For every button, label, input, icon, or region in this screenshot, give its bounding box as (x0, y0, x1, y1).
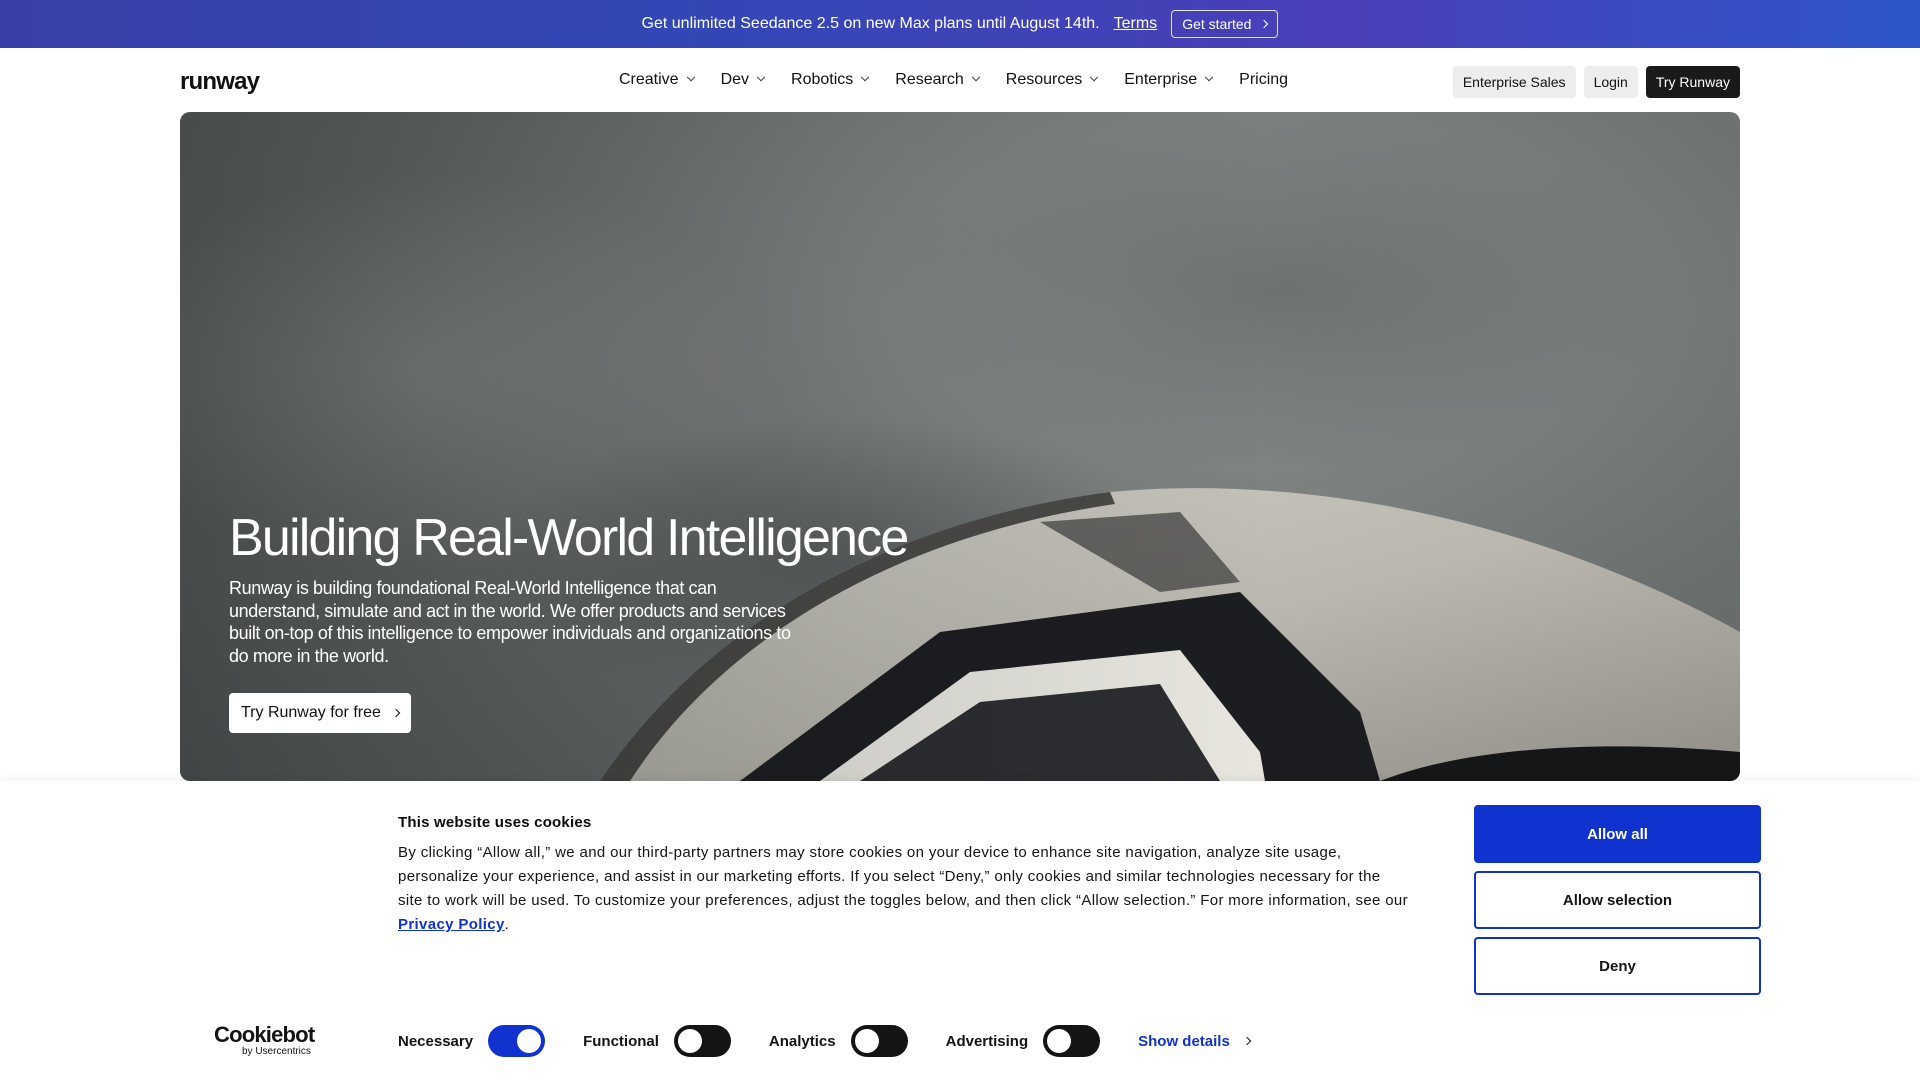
toggle-group-advertising: Advertising (946, 1025, 1101, 1057)
hero-video: Building Real-World Intelligence Runway … (180, 112, 1740, 781)
menu-item-label: Robotics (791, 71, 854, 88)
allow-all-button[interactable]: Allow all (1474, 805, 1761, 863)
privacy-policy-link[interactable]: Privacy Policy (398, 916, 505, 933)
menu-item-research[interactable]: Research (895, 68, 981, 92)
allow-selection-button[interactable]: Allow selection (1474, 871, 1761, 929)
toggle-label: Functional (583, 1032, 659, 1050)
promo-text: Get unlimited Seedance 2.5 on new Max pl… (641, 15, 1100, 32)
try-runway-free-label: Try Runway for free (241, 704, 381, 721)
runway-logo[interactable]: runway (180, 68, 260, 96)
cookie-body-end: . (504, 916, 510, 933)
menu-item-label: Resources (1005, 71, 1083, 88)
analytics-toggle[interactable] (850, 1025, 908, 1057)
cookie-toggles: Necessary Functional Analytics Advertisi… (398, 1024, 1252, 1058)
menu-item-label: Pricing (1239, 71, 1289, 88)
menu-item-creative[interactable]: Creative (619, 68, 695, 92)
toggle-group-analytics: Analytics (769, 1025, 908, 1057)
cookie-description: By clicking “Allow all,” we and our thir… (398, 841, 1408, 937)
try-runway-button[interactable]: Try Runway (1645, 66, 1740, 98)
hero-title: Building Real-World Intelligence (229, 509, 909, 567)
chevron-right-icon (1260, 19, 1269, 29)
toggle-label: Analytics (768, 1032, 836, 1050)
enterprise-sales-button[interactable]: Enterprise Sales (1452, 66, 1576, 98)
cookie-banner: This website uses cookies By clicking “A… (0, 781, 1920, 1080)
cookie-title: This website uses cookies (398, 814, 592, 831)
chevron-down-icon (686, 72, 695, 82)
chevron-down-icon (861, 72, 870, 82)
menu-item-label: Research (895, 71, 964, 88)
cookie-actions: Allow all Allow selection Deny (1474, 805, 1761, 995)
chevron-down-icon (971, 72, 981, 82)
toggle-label: Advertising (945, 1032, 1029, 1050)
toggle-group-necessary: Necessary (398, 1025, 546, 1057)
get-started-button[interactable]: Get started (1171, 10, 1279, 38)
menu-item-label: Dev (720, 71, 750, 88)
promo-banner: Get unlimited Seedance 2.5 on new Max pl… (0, 0, 1920, 48)
try-runway-free-button[interactable]: Try Runway for free (229, 693, 411, 733)
functional-toggle[interactable] (673, 1025, 731, 1057)
chevron-right-icon (1242, 1036, 1252, 1046)
chevron-down-icon (1090, 72, 1099, 82)
cookiebot-wordmark: Cookiebot (214, 1022, 315, 1047)
menu-item-pricing[interactable]: Pricing (1239, 68, 1288, 92)
chevron-down-icon (1204, 72, 1214, 82)
terms-link[interactable]: Terms (1114, 15, 1158, 33)
menu-item-resources[interactable]: Resources (1005, 68, 1099, 92)
show-details-link[interactable]: Show details (1138, 1032, 1252, 1050)
advertising-toggle[interactable] (1043, 1025, 1101, 1057)
menu-item-label: Enterprise (1124, 71, 1198, 88)
get-started-label: Get started (1182, 16, 1252, 32)
menu-item-robotics[interactable]: Robotics (791, 68, 870, 92)
necessary-toggle[interactable] (488, 1025, 546, 1057)
menu-item-dev[interactable]: Dev (720, 68, 766, 92)
menu-item-enterprise[interactable]: Enterprise (1124, 68, 1214, 92)
show-details-label: Show details (1138, 1032, 1230, 1050)
cookiebot-logo: Cookiebot by Usercentrics (214, 1022, 315, 1058)
chevron-down-icon (756, 72, 766, 82)
nav-actions: Enterprise Sales Login Try Runway (1452, 66, 1740, 98)
menu-item-label: Creative (619, 71, 679, 88)
toggle-group-functional: Functional (583, 1025, 731, 1057)
deny-button[interactable]: Deny (1474, 937, 1761, 995)
toggle-label: Necessary (398, 1032, 474, 1050)
top-navbar: runway Creative Dev Robotics Research Re… (0, 48, 1920, 112)
main-menu: Creative Dev Robotics Research Resources… (619, 68, 1288, 92)
hero-description: Runway is building foundational Real-Wor… (229, 578, 791, 666)
cookie-body-text: By clicking “Allow all,” we and our thir… (398, 844, 1408, 909)
chevron-right-icon (391, 708, 401, 718)
cookiebot-byline: by Usercentrics (242, 1046, 311, 1057)
login-button[interactable]: Login (1583, 66, 1638, 98)
